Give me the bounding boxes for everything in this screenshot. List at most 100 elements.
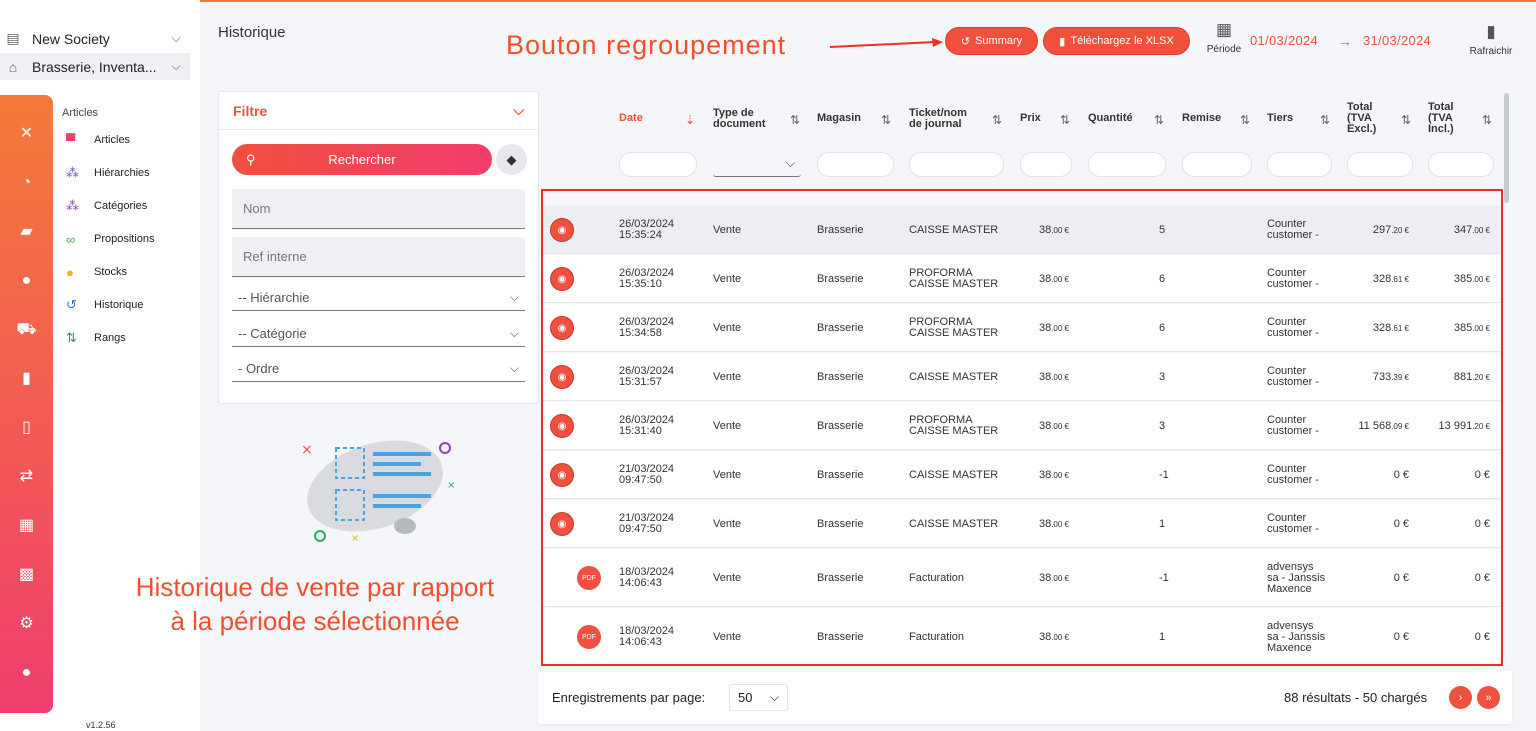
column-header-prix[interactable]: Prix xyxy=(1020,113,1041,124)
eraser-button[interactable]: ◆ xyxy=(496,144,527,175)
calculator-icon[interactable]: ▩ xyxy=(0,565,53,585)
tiers-filter-input[interactable] xyxy=(1267,152,1332,177)
summary-button[interactable]: ↺ Summary xyxy=(945,27,1038,55)
coins-icon: ● xyxy=(66,264,74,280)
view-button[interactable]: ◉ xyxy=(550,512,574,536)
column-header-date[interactable]: Date xyxy=(619,113,643,124)
date-filter-input[interactable] xyxy=(619,152,697,177)
sort-icon[interactable]: ⇅ xyxy=(1154,113,1164,127)
view-button[interactable]: ◉ xyxy=(550,414,574,438)
pdf-button[interactable]: PDF xyxy=(577,625,601,649)
cell-magasin: Brasserie xyxy=(817,371,864,383)
table-row[interactable]: PDF 18/03/2024 14:06:43 Vente Brasserie Factu… xyxy=(543,608,1500,666)
company-selector[interactable]: ▤ New Society ⌵ xyxy=(0,25,190,52)
user-icon[interactable]: ● xyxy=(0,271,53,291)
submenu-item-rangs[interactable]: ⇅ Rangs xyxy=(66,328,126,348)
category-select[interactable]: -- Catégorie ⌵ xyxy=(232,320,525,347)
sort-icon[interactable]: ⇅ xyxy=(1320,113,1330,127)
ticket-line-2: CAISSE MASTER xyxy=(909,327,999,339)
remise-filter-input[interactable] xyxy=(1182,152,1252,177)
clipboard-icon[interactable]: ▯ xyxy=(0,418,53,438)
sort-icon[interactable]: ⇅ xyxy=(1060,113,1070,127)
sort-icon[interactable]: ⇅ xyxy=(790,113,800,127)
per-page-value: 50 xyxy=(738,690,753,705)
submenu-item-hierarchies[interactable]: ⁂ Hiérarchies xyxy=(66,163,150,183)
total-incl-filter-input[interactable] xyxy=(1428,152,1494,177)
date-end[interactable]: 31/03/2024 xyxy=(1363,33,1431,48)
table-row[interactable]: ◉ 26/03/2024 15:35:10 Vente Brasserie PROFORM… xyxy=(543,255,1500,303)
column-header-magasin[interactable]: Magasin xyxy=(817,113,861,124)
view-button[interactable]: ◉ xyxy=(550,463,574,487)
building-icon: ▤ xyxy=(6,30,20,46)
total-excl-filter-input[interactable] xyxy=(1347,152,1413,177)
table-row[interactable]: PDF 18/03/2024 14:06:43 Vente Brasserie Factu… xyxy=(543,549,1500,607)
name-input[interactable]: Nom xyxy=(232,189,525,229)
last-page-button[interactable]: » xyxy=(1477,686,1500,709)
total-incl-decimal: .00 € xyxy=(1472,226,1490,235)
ticket-filter-input[interactable] xyxy=(909,152,1004,177)
column-header-total-incl[interactable]: Total (TVA Incl.) xyxy=(1428,102,1454,135)
submenu-item-historique[interactable]: ↺ Historique xyxy=(66,295,144,315)
type-filter-select[interactable]: ⌵ xyxy=(713,152,801,177)
ref-interne-input[interactable]: Ref interne xyxy=(232,237,525,277)
order-select[interactable]: - Ordre ⌵ xyxy=(232,355,525,382)
period-picker[interactable]: ▦ Période xyxy=(1204,20,1244,55)
cell-prix: 38.00 € xyxy=(1007,519,1069,530)
table-row[interactable]: ◉ 21/03/2024 09:47:50 Vente Brasserie CAISSE … xyxy=(543,451,1500,499)
submenu-item-label: Rangs xyxy=(94,332,126,344)
table-scrollbar[interactable] xyxy=(1504,93,1509,203)
boxes-icon[interactable]: ▦ xyxy=(0,516,53,536)
sort-icon[interactable]: ⇣ xyxy=(685,113,695,127)
gear-icon[interactable]: ⚙ xyxy=(0,614,53,634)
dashboard-icon[interactable]: ◔ xyxy=(0,173,53,193)
sort-icon[interactable]: ⇅ xyxy=(1482,113,1492,127)
view-button[interactable]: ◉ xyxy=(550,316,574,340)
column-header-quantite[interactable]: Quantité xyxy=(1088,113,1133,124)
document-icon[interactable]: ▮ xyxy=(0,369,53,389)
table-row[interactable]: ◉ 26/03/2024 15:34:58 Vente Brasserie PROFORM… xyxy=(543,304,1500,352)
view-button[interactable]: ◉ xyxy=(550,365,574,389)
column-header-ticket[interactable]: Ticket/nom de journal xyxy=(909,108,967,130)
sort-icon[interactable]: ⇅ xyxy=(1401,113,1411,127)
column-header-total-excl[interactable]: Total (TVA Excl.) xyxy=(1347,102,1376,135)
column-header-tiers[interactable]: Tiers xyxy=(1267,113,1293,124)
cell-tiers: advensys sa - Janssis Maxence xyxy=(1267,562,1325,595)
table-row[interactable]: ◉ 26/03/2024 15:31:57 Vente Brasserie CAISSE … xyxy=(543,353,1500,401)
table-row[interactable]: ◉ 21/03/2024 09:47:50 Vente Brasserie CAISSE … xyxy=(543,500,1500,548)
submenu-item-categories[interactable]: ⁂ Catégories xyxy=(66,196,147,216)
submenu-item-stocks[interactable]: ● Stocks xyxy=(66,262,127,282)
pdf-button[interactable]: PDF xyxy=(577,566,601,590)
column-header-remise[interactable]: Remise xyxy=(1182,113,1221,124)
table-row[interactable]: ◉ 26/03/2024 15:31:40 Vente Brasserie PROFORM… xyxy=(543,402,1500,450)
next-page-button[interactable]: › xyxy=(1449,686,1472,709)
close-icon[interactable]: ✕ xyxy=(0,124,53,144)
filter-header[interactable]: Filtre ⌵ xyxy=(219,92,538,130)
quantite-filter-input[interactable] xyxy=(1088,152,1166,177)
table-row[interactable]: ◉ 26/03/2024 15:35:24 Vente Brasserie CAISSE … xyxy=(543,206,1500,254)
delivery-icon[interactable]: ⛟ xyxy=(0,320,53,340)
sort-icon[interactable]: ⇅ xyxy=(881,113,891,127)
submenu-item-articles[interactable]: ▀ Articles xyxy=(66,130,130,150)
hierarchy-select[interactable]: -- Hiérarchie ⌵ xyxy=(232,284,525,311)
bag-icon[interactable]: ▰ xyxy=(0,222,53,242)
cell-tiers: Counter customer - xyxy=(1267,513,1319,535)
magasin-filter-input[interactable] xyxy=(817,152,894,177)
location-selector[interactable]: ⌂ Brasserie, Inventa... ⌵ xyxy=(0,53,190,80)
view-button[interactable]: ◉ xyxy=(550,267,574,291)
view-button[interactable]: ◉ xyxy=(550,218,574,242)
profile-icon[interactable]: ● xyxy=(0,663,53,683)
submenu-item-propositions[interactable]: ∞ Propositions xyxy=(66,229,155,249)
search-button[interactable]: ⚲ Rechercher xyxy=(232,144,492,175)
per-page-select[interactable]: 50 ⌵ xyxy=(729,684,788,711)
sort-icon[interactable]: ⇅ xyxy=(1240,113,1250,127)
date-start[interactable]: 01/03/2024 xyxy=(1250,33,1318,48)
refresh-button[interactable]: ▮ Rafraichir xyxy=(1463,22,1519,57)
sort-icon[interactable]: ⇅ xyxy=(992,113,1002,127)
prix-filter-input[interactable] xyxy=(1020,152,1072,177)
total-incl-int: 0 € xyxy=(1474,572,1490,584)
tiers-line-2: customer - xyxy=(1267,278,1319,290)
transfer-icon[interactable]: ⇄ xyxy=(0,467,53,487)
column-header-type[interactable]: Type de document xyxy=(713,108,766,130)
download-xlsx-button[interactable]: ▮ Téléchargez le XLSX xyxy=(1043,27,1190,55)
ticket-line-1: CAISSE MASTER xyxy=(909,224,999,236)
